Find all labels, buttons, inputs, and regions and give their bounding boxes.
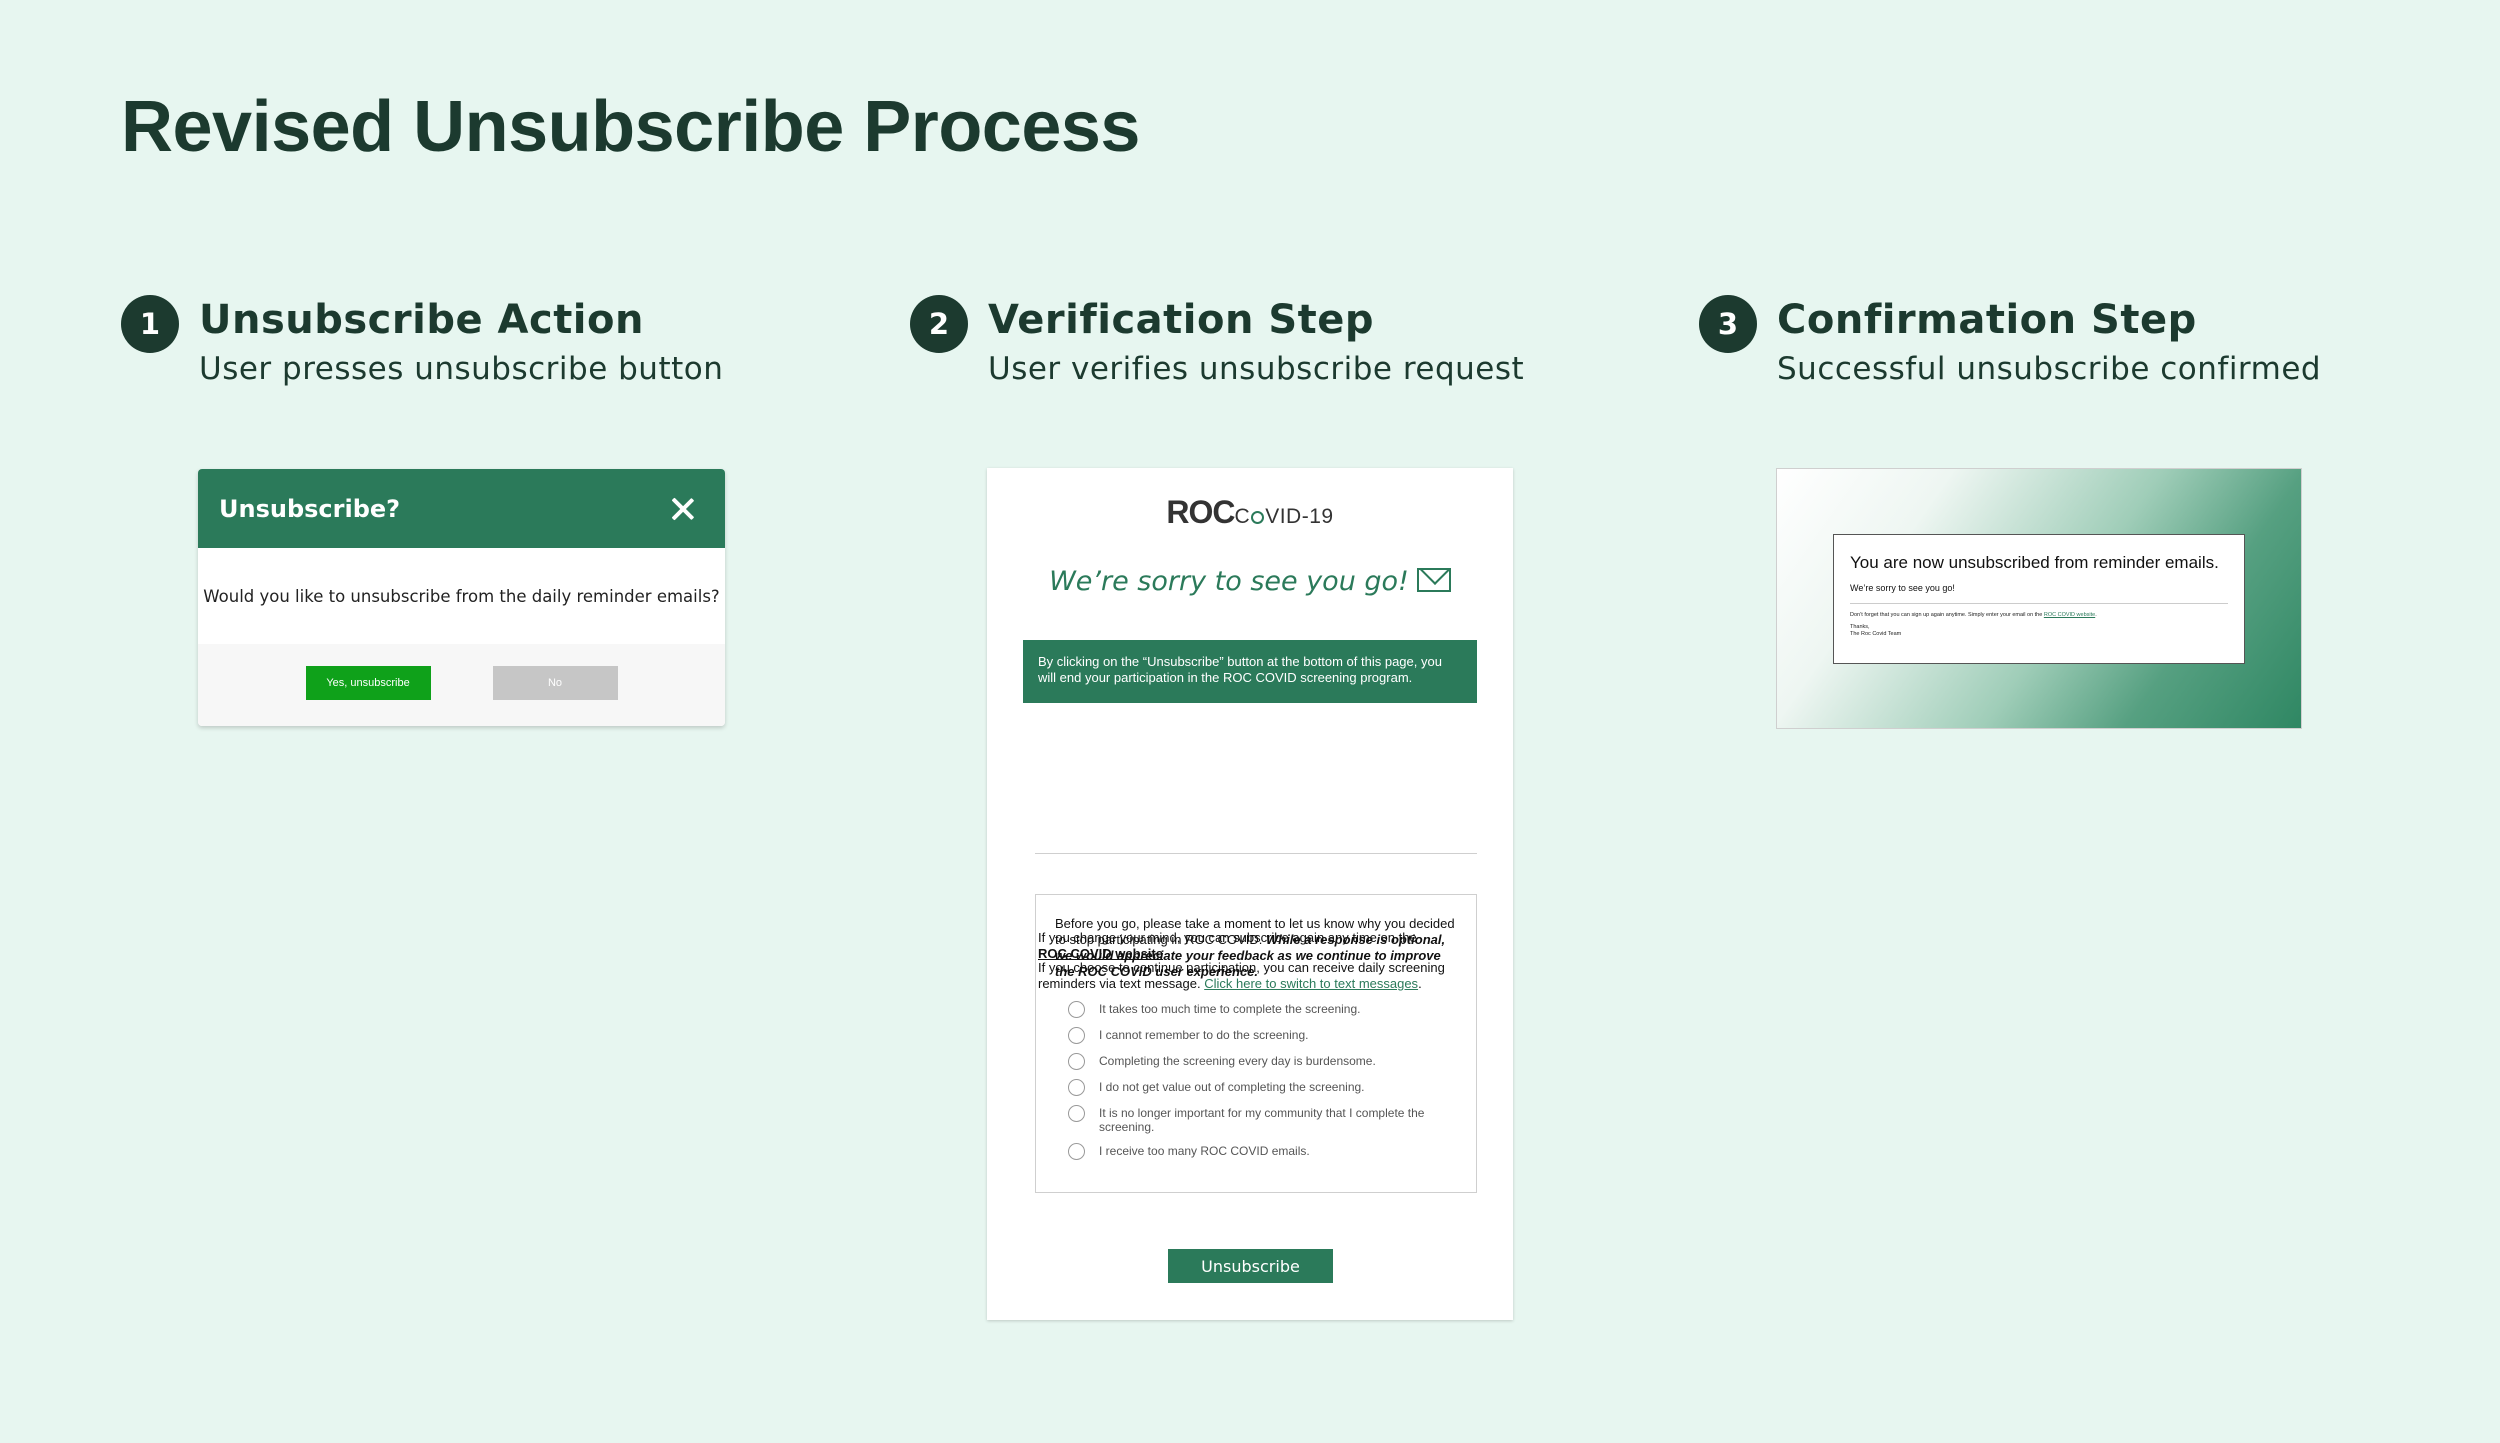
yes-unsubscribe-button[interactable]: Yes, unsubscribe	[305, 666, 431, 700]
divider	[1035, 853, 1477, 854]
punctuation: .	[2095, 612, 2097, 618]
option-label: I cannot remember to do the screening.	[1099, 1028, 1309, 1042]
confirmation-reminder: Don’t forget that you can sign up again …	[1850, 612, 2228, 619]
step-title: Confirmation Step	[1777, 297, 2197, 343]
step-subtitle: Successful unsubscribe confirmed	[1777, 351, 2322, 387]
option-label: I receive too many ROC COVID emails.	[1099, 1144, 1310, 1158]
modal-footer: Yes, unsubscribe No	[198, 644, 725, 726]
close-icon[interactable]	[671, 497, 695, 521]
step-number-badge: 1	[121, 295, 179, 353]
option-label: Completing the screening every day is bu…	[1099, 1054, 1376, 1068]
radio-button[interactable]	[1068, 1105, 1085, 1122]
logo-covid-text: VID-19	[1265, 505, 1334, 528]
virus-icon	[1251, 511, 1265, 524]
sorry-text: We’re sorry to see you go!	[1049, 566, 1409, 597]
step-number-badge: 3	[1699, 295, 1757, 353]
feedback-survey: Before you go, please take a moment to l…	[1035, 894, 1477, 1193]
modal-title: Unsubscribe?	[219, 494, 401, 523]
option-label: I do not get value out of completing the…	[1099, 1080, 1365, 1094]
radio-button[interactable]	[1068, 1143, 1085, 1160]
step-title: Unsubscribe Action	[199, 297, 644, 343]
step-subtitle: User verifies unsubscribe request	[988, 351, 1525, 387]
survey-option[interactable]: Completing the screening every day is bu…	[1068, 1053, 1468, 1070]
logo-covid-text: C	[1234, 505, 1251, 528]
modal-message: Would you like to unsubscribe from the d…	[203, 586, 720, 606]
roc-covid-logo: ROCC VID-19	[987, 494, 1513, 531]
unsubscribe-modal: Unsubscribe? Would you like to unsubscri…	[198, 469, 725, 726]
warning-banner: By clicking on the “Unsubscribe” button …	[1023, 640, 1477, 703]
sorry-heading: We’re sorry to see you go!	[987, 566, 1513, 597]
step-number-badge: 2	[910, 295, 968, 353]
divider	[1850, 603, 2228, 604]
survey-option[interactable]: I cannot remember to do the screening.	[1068, 1027, 1468, 1044]
reminder-text: Don’t forget that you can sign up again …	[1850, 612, 2043, 618]
page-title: Revised Unsubscribe Process	[121, 87, 1140, 167]
survey-option[interactable]: I do not get value out of completing the…	[1068, 1079, 1468, 1096]
option-label: It is no longer important for my communi…	[1099, 1106, 1425, 1134]
verification-page: ROCC VID-19 We’re sorry to see you go! By…	[987, 468, 1513, 1320]
logo-roc-text: ROC	[1166, 494, 1235, 530]
confirmation-card: You are now unsubscribed from reminder e…	[1833, 534, 2245, 664]
step-subtitle: User presses unsubscribe button	[199, 351, 724, 387]
modal-header: Unsubscribe?	[198, 469, 725, 548]
roc-covid-website-link[interactable]: ROC COVID website	[2044, 612, 2095, 618]
signoff-thanks: Thanks,	[1850, 624, 1870, 630]
survey-intro: Before you go, please take a moment to l…	[1055, 916, 1455, 980]
confirmation-panel: You are now unsubscribed from reminder e…	[1776, 468, 2302, 729]
confirmation-sorry: We’re sorry to see you go!	[1850, 583, 1955, 593]
radio-button[interactable]	[1068, 1053, 1085, 1070]
no-button[interactable]: No	[492, 666, 618, 700]
radio-button[interactable]	[1068, 1079, 1085, 1096]
radio-button[interactable]	[1068, 1001, 1085, 1018]
radio-button[interactable]	[1068, 1027, 1085, 1044]
step-title: Verification Step	[988, 297, 1375, 343]
option-label: It takes too much time to complete the s…	[1099, 1002, 1361, 1016]
signoff-team: The Roc Covid Team	[1850, 631, 1902, 637]
survey-option[interactable]: It is no longer important for my communi…	[1068, 1105, 1468, 1134]
envelope-icon	[1416, 568, 1451, 592]
unsubscribe-button[interactable]: Unsubscribe	[1168, 1249, 1333, 1283]
survey-option[interactable]: It takes too much time to complete the s…	[1068, 1001, 1468, 1018]
survey-options: It takes too much time to complete the s…	[1068, 1001, 1468, 1170]
confirmation-title: You are now unsubscribed from reminder e…	[1850, 553, 2219, 572]
survey-option[interactable]: I receive too many ROC COVID emails.	[1068, 1143, 1468, 1160]
